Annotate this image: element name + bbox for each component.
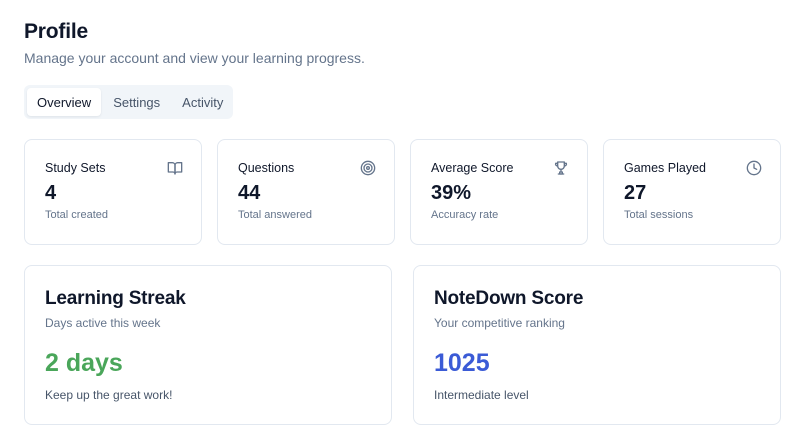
learning-streak-card: Learning Streak Days active this week 2 … [24, 265, 392, 425]
card-note: Keep up the great work! [45, 388, 173, 402]
stat-caption: Accuracy rate [431, 209, 499, 221]
target-icon [360, 160, 376, 176]
card-description: Days active this week [45, 316, 161, 330]
stat-caption: Total answered [238, 209, 312, 221]
stat-caption: Total created [45, 209, 108, 221]
tab-overview[interactable]: Overview [27, 88, 102, 116]
tab-settings[interactable]: Settings [103, 88, 170, 116]
card-title: Learning Streak [45, 288, 186, 309]
stats-row: Study Sets 4 Total created Questions 44 … [24, 139, 781, 245]
card-note: Intermediate level [434, 388, 529, 402]
stat-value: 27 [624, 182, 647, 204]
stat-label: Games Played [624, 161, 706, 175]
stat-label: Questions [238, 161, 295, 175]
stat-card-average-score: Average Score 39% Accuracy rate [410, 139, 588, 245]
page-title: Profile [24, 20, 88, 43]
stat-value: 4 [45, 182, 57, 204]
stat-label: Study Sets [45, 161, 106, 175]
page-subtitle: Manage your account and view your learni… [24, 50, 365, 66]
notedown-score-card: NoteDown Score Your competitive ranking … [413, 265, 781, 425]
streak-value: 2 days [45, 349, 123, 377]
score-value: 1025 [434, 349, 490, 377]
trophy-icon [553, 160, 569, 176]
stat-value: 44 [238, 182, 261, 204]
card-title: NoteDown Score [434, 288, 584, 309]
summary-cards: Learning Streak Days active this week 2 … [24, 265, 781, 425]
page-header: Profile Manage your account and view you… [24, 20, 365, 66]
stat-value: 39% [431, 182, 472, 204]
stat-card-questions: Questions 44 Total answered [217, 139, 395, 245]
tab-activity[interactable]: Activity [172, 88, 233, 116]
stat-card-study-sets: Study Sets 4 Total created [24, 139, 202, 245]
stat-card-games-played: Games Played 27 Total sessions [603, 139, 781, 245]
book-open-icon [167, 160, 183, 176]
profile-tabs: Overview Settings Activity [24, 85, 233, 119]
stat-caption: Total sessions [624, 209, 694, 221]
card-description: Your competitive ranking [434, 316, 565, 330]
stat-label: Average Score [431, 161, 514, 175]
clock-icon [746, 160, 762, 176]
